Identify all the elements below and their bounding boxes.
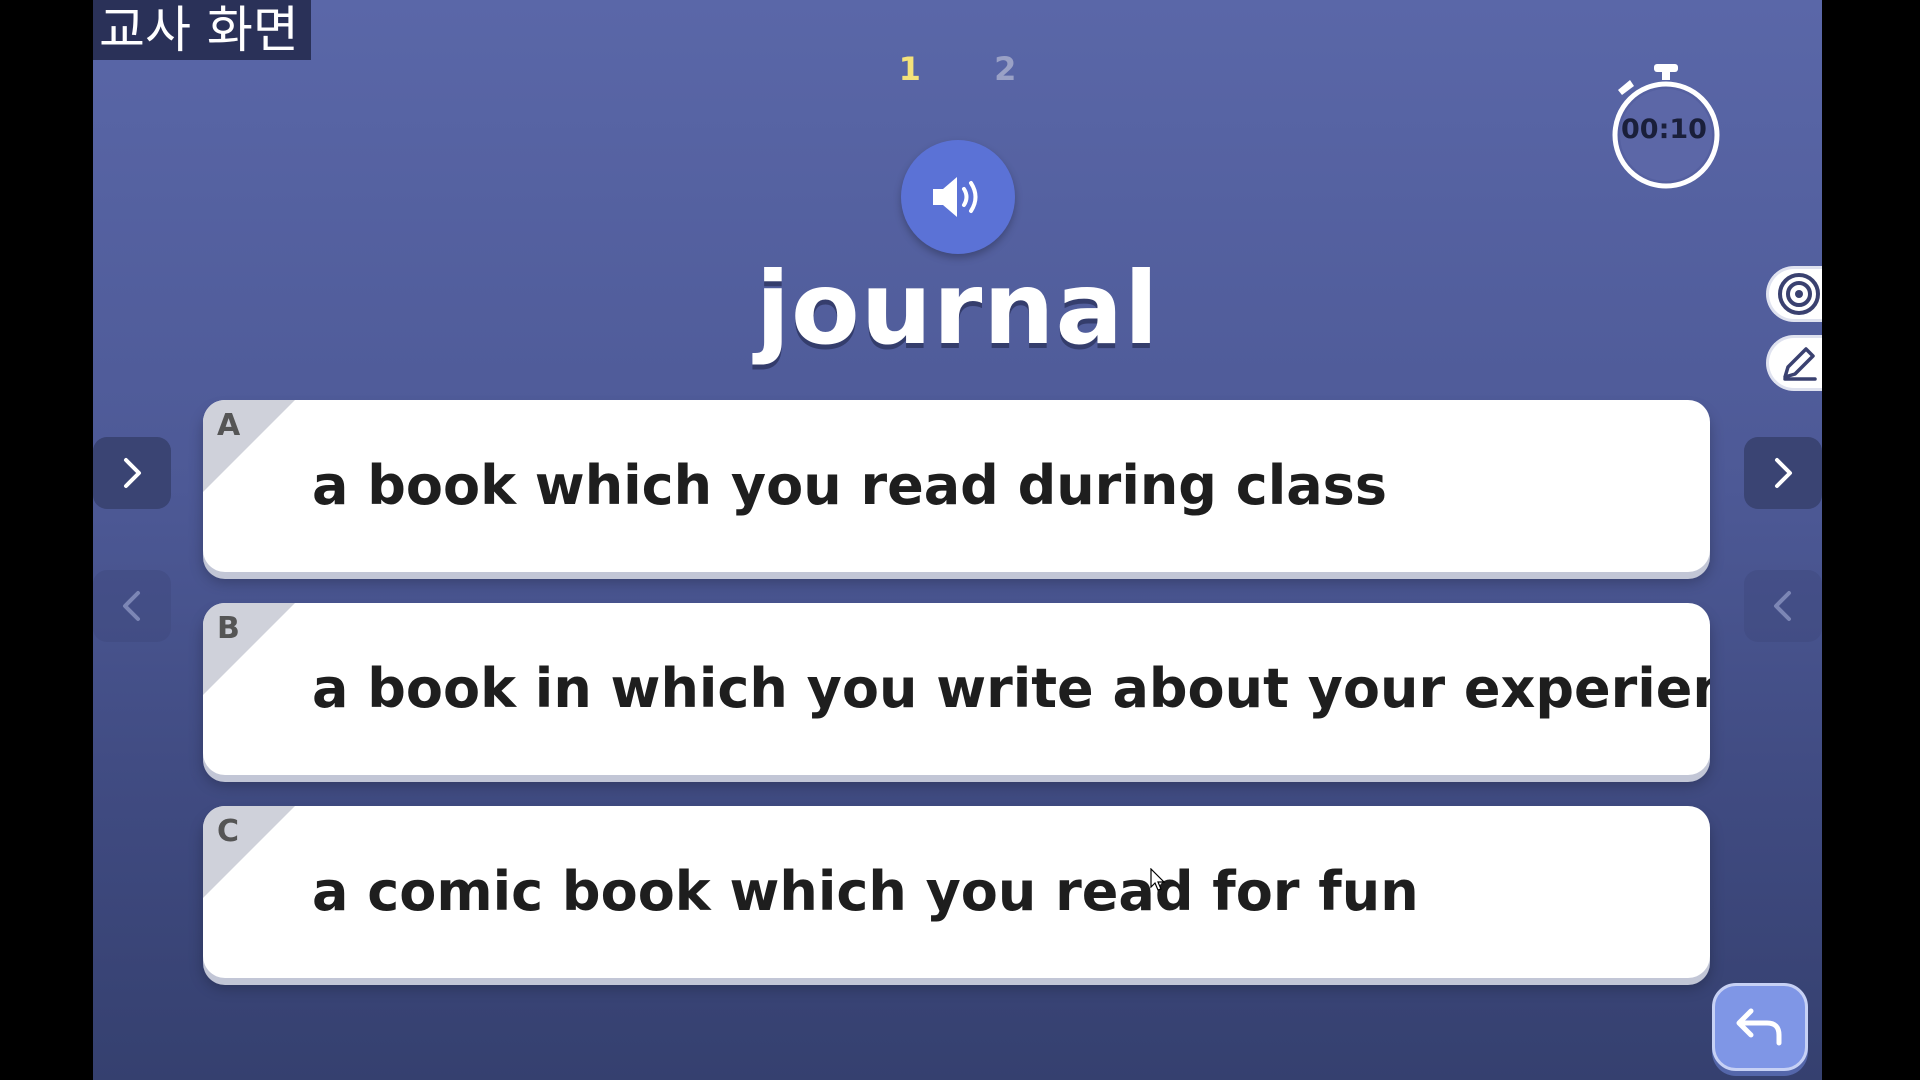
chevron-left-icon <box>123 591 140 621</box>
speaker-icon <box>933 177 978 217</box>
answer-option-c[interactable]: C a comic book which you read for fun <box>203 806 1710 978</box>
countdown-timer: 00:10 <box>1608 62 1728 192</box>
chevron-right-icon <box>1775 458 1792 488</box>
page-1-tab[interactable]: 1 <box>899 50 921 88</box>
back-button[interactable] <box>1712 983 1808 1071</box>
target-tool-button[interactable] <box>1766 266 1822 322</box>
quiz-stage: 1 2 journal 00:10 A a book which you rea… <box>93 0 1822 1080</box>
option-letter: B <box>217 611 240 646</box>
answer-option-a[interactable]: A a book which you read during class <box>203 400 1710 572</box>
left-panel-prev-button[interactable] <box>93 570 171 642</box>
pencil-icon <box>1783 347 1817 381</box>
option-letter: A <box>217 408 241 443</box>
option-text: a book which you read during class <box>312 454 1387 517</box>
timer-readout: 00:10 <box>1621 114 1707 145</box>
option-text: a comic book which you read for fun <box>312 860 1419 923</box>
teacher-screen-label: 교사 화면 <box>93 0 311 60</box>
page-2-tab[interactable]: 2 <box>994 50 1016 88</box>
right-panel-next-button[interactable] <box>1744 437 1822 509</box>
option-text: a book in which you write about your exp… <box>312 657 1710 720</box>
page-indicator: 1 2 <box>93 50 1822 88</box>
return-arrow-icon <box>1736 1008 1782 1046</box>
answer-option-b[interactable]: B a book in which you write about your e… <box>203 603 1710 775</box>
chevron-right-icon <box>124 458 141 488</box>
right-panel-prev-button[interactable] <box>1744 570 1822 642</box>
target-icon <box>1778 273 1820 315</box>
mouse-cursor-icon <box>1150 868 1166 891</box>
vocabulary-word: journal <box>755 250 1160 367</box>
option-letter: C <box>217 814 240 849</box>
chevron-left-icon <box>1774 591 1791 621</box>
play-sound-button[interactable] <box>901 140 1015 254</box>
left-panel-next-button[interactable] <box>93 437 171 509</box>
pencil-tool-button[interactable] <box>1766 335 1822 391</box>
